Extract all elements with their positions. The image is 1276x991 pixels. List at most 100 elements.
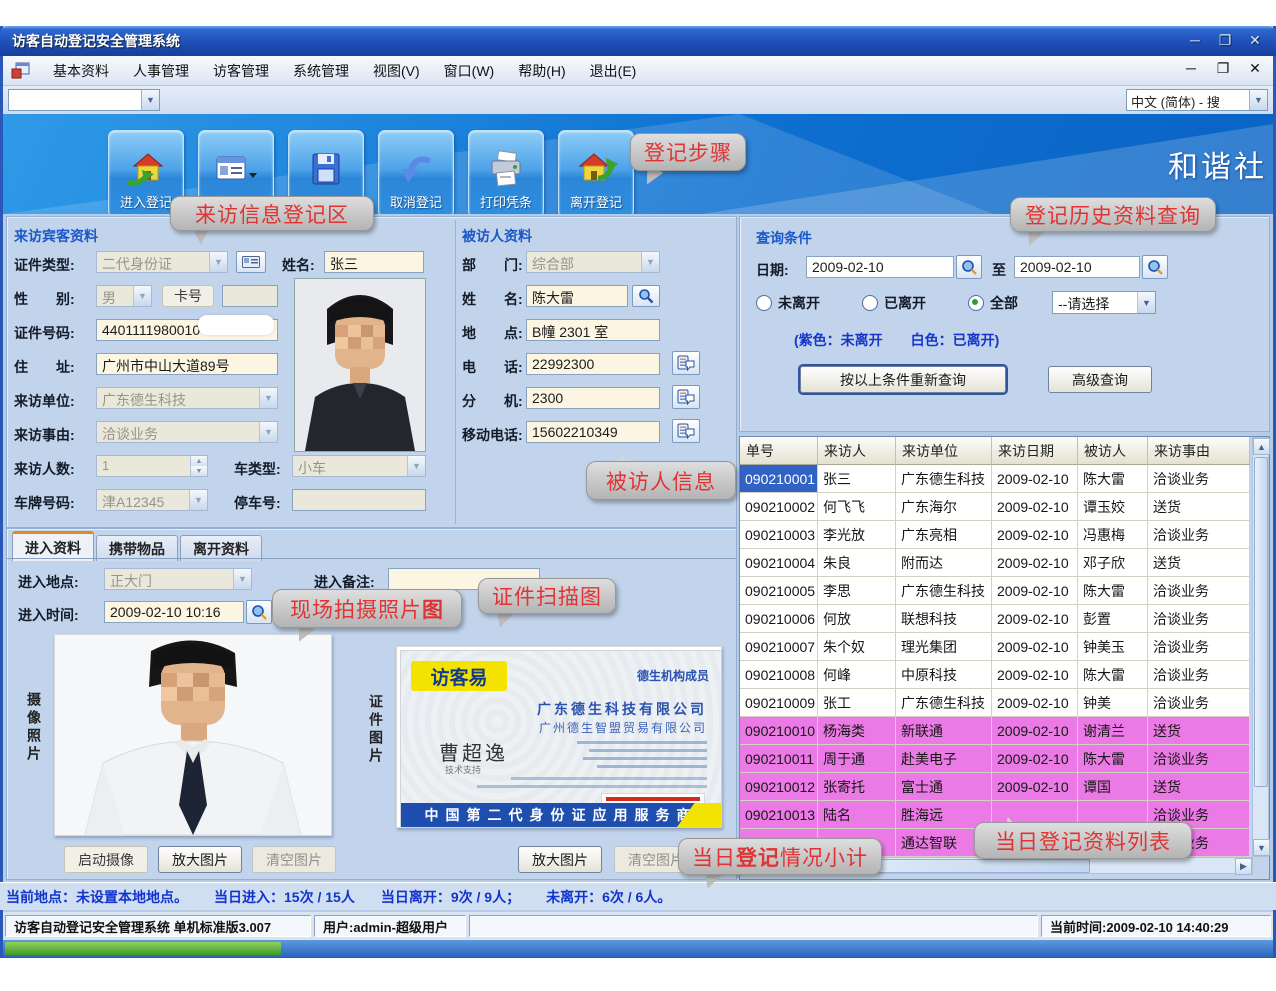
table-cell[interactable]: 新联通 [896, 717, 992, 745]
column-header[interactable]: 来访事由 [1148, 437, 1250, 465]
radio-全部[interactable]: 全部 [968, 293, 1018, 313]
date-from-field[interactable]: 2009-02-10 [806, 256, 954, 278]
table-cell[interactable]: 洽谈业务 [1148, 689, 1250, 717]
menu-item[interactable]: 系统管理 [281, 57, 361, 85]
scroll-right-icon[interactable]: ▶ [1235, 858, 1252, 875]
toolbar-button[interactable]: 取消登记 [378, 130, 454, 214]
table-cell[interactable]: 090210003 [740, 521, 818, 549]
table-cell[interactable]: 090210011 [740, 745, 818, 773]
mdi-close-icon[interactable]: ✕ [1246, 60, 1264, 77]
radio-已离开[interactable]: 已离开 [862, 293, 926, 313]
chevron-down-icon[interactable]: ▼ [209, 252, 227, 272]
table-cell[interactable]: 090210006 [740, 605, 818, 633]
table-cell[interactable]: 广东德生科技 [896, 689, 992, 717]
table-cell[interactable]: 谭玉姣 [1078, 493, 1148, 521]
table-cell[interactable]: 附而达 [896, 549, 992, 577]
table-row[interactable]: 090210008何峰中原科技2009-02-10陈大雷洽谈业务 [740, 661, 1269, 689]
chevron-down-icon[interactable]: ▼ [407, 456, 425, 476]
table-cell[interactable]: 理光集团 [896, 633, 992, 661]
photo-button[interactable]: 启动摄像 [64, 846, 148, 873]
table-cell[interactable]: 090210008 [740, 661, 818, 689]
scroll-down-icon[interactable]: ▼ [1253, 839, 1270, 856]
table-cell[interactable]: 钟美 [1078, 689, 1148, 717]
minimize-icon[interactable]: ─ [1184, 30, 1206, 50]
menu-item[interactable]: 视图(V) [361, 57, 432, 85]
table-cell[interactable]: 朱个奴 [818, 633, 896, 661]
table-cell[interactable]: 洽谈业务 [1148, 633, 1250, 661]
radio-未离开[interactable]: 未离开 [756, 293, 820, 313]
location-field[interactable]: B幢 2301 室 [526, 319, 660, 341]
table-row[interactable]: 090210005李思广东德生科技2009-02-10陈大雷洽谈业务 [740, 577, 1269, 605]
table-row[interactable]: 090210011周于通赴美电子2009-02-10陈大雷洽谈业务 [740, 745, 1269, 773]
chevron-down-icon[interactable]: ▼ [1249, 90, 1267, 110]
scroll-up-icon[interactable]: ▲ [1253, 438, 1270, 455]
table-cell[interactable]: 090210010 [740, 717, 818, 745]
table-row[interactable]: 090210001张三广东德生科技2009-02-10陈大雷洽谈业务 [740, 465, 1269, 493]
menu-item[interactable]: 帮助(H) [506, 57, 577, 85]
table-cell[interactable]: 090210002 [740, 493, 818, 521]
chevron-down-icon[interactable]: ▼ [1137, 292, 1155, 313]
table-cell[interactable]: 广东德生科技 [896, 577, 992, 605]
card-number-field[interactable] [222, 285, 278, 307]
date-to-field[interactable]: 2009-02-10 [1014, 256, 1140, 278]
spin-up-icon[interactable]: ▲ [191, 456, 207, 466]
table-cell[interactable]: 张寄托 [818, 773, 896, 801]
mobile-field[interactable]: 15602210349 [526, 421, 660, 443]
table-cell[interactable]: 周于通 [818, 745, 896, 773]
search-person-button[interactable] [632, 285, 660, 307]
spin-down-icon[interactable]: ▼ [191, 466, 207, 476]
requery-button[interactable]: 按以上条件重新查询 [800, 366, 1006, 393]
table-cell[interactable]: 2009-02-10 [992, 633, 1078, 661]
table-cell[interactable]: 何峰 [818, 661, 896, 689]
parking-field[interactable] [292, 489, 426, 511]
entry-location-dropdown[interactable]: 正大门▼ [104, 568, 252, 590]
scrollbar-thumb[interactable] [1254, 457, 1268, 787]
table-cell[interactable]: 2009-02-10 [992, 717, 1078, 745]
menu-item[interactable]: 退出(E) [578, 57, 649, 85]
car-type-dropdown[interactable]: 小车▼ [292, 455, 426, 477]
table-cell[interactable]: 送货 [1148, 493, 1250, 521]
chevron-down-icon[interactable]: ▼ [141, 90, 159, 110]
table-row[interactable]: 090210002何飞飞广东海尔2009-02-10谭玉姣送货 [740, 493, 1269, 521]
table-row[interactable]: 090210009张工广东德生科技2009-02-10钟美洽谈业务 [740, 689, 1269, 717]
menu-item[interactable]: 窗口(W) [432, 57, 507, 85]
call-notify-button[interactable] [672, 419, 700, 443]
table-cell[interactable]: 2009-02-10 [992, 577, 1078, 605]
table-cell[interactable]: 陈大雷 [1078, 465, 1148, 493]
phone-field[interactable]: 22992300 [526, 353, 660, 375]
table-cell[interactable]: 广东亮相 [896, 521, 992, 549]
date-to-picker-button[interactable] [1142, 255, 1168, 279]
table-cell[interactable]: 送货 [1148, 717, 1250, 745]
table-cell[interactable]: 广东德生科技 [896, 465, 992, 493]
tab-进入资料[interactable]: 进入资料 [12, 531, 94, 561]
card-number-button[interactable]: 卡号 [162, 285, 214, 307]
chevron-down-icon[interactable]: ▼ [133, 286, 151, 306]
table-cell[interactable]: 洽谈业务 [1148, 465, 1250, 493]
table-cell[interactable]: 2009-02-10 [992, 493, 1078, 521]
table-cell[interactable]: 广东海尔 [896, 493, 992, 521]
table-cell[interactable]: 彭置 [1078, 605, 1148, 633]
column-header[interactable]: 单号 [740, 437, 818, 465]
table-cell[interactable]: 洽谈业务 [1148, 661, 1250, 689]
photo-button[interactable]: 清空图片 [252, 846, 336, 873]
table-cell[interactable]: 090210005 [740, 577, 818, 605]
table-cell[interactable]: 张三 [818, 465, 896, 493]
close-icon[interactable]: ✕ [1244, 30, 1266, 50]
visitor-name-field[interactable]: 张三 [324, 251, 424, 273]
table-row[interactable]: 090210006何放联想科技2009-02-10彭置洽谈业务 [740, 605, 1269, 633]
table-row[interactable]: 090210003李光放广东亮相2009-02-10冯惠梅洽谈业务 [740, 521, 1269, 549]
table-cell[interactable]: 李思 [818, 577, 896, 605]
plate-dropdown[interactable]: 津A12345▼ [96, 489, 208, 511]
table-cell[interactable]: 联想科技 [896, 605, 992, 633]
radio-icon[interactable] [968, 295, 984, 311]
table-cell[interactable]: 赴美电子 [896, 745, 992, 773]
date-from-picker-button[interactable] [956, 255, 982, 279]
card-reader-button[interactable] [236, 251, 266, 273]
visitor-count-stepper[interactable]: 1 ▲▼ [96, 455, 208, 477]
table-cell[interactable]: 090210012 [740, 773, 818, 801]
table-cell[interactable]: 090210009 [740, 689, 818, 717]
column-header[interactable]: 来访人 [818, 437, 896, 465]
toolbar-button[interactable]: 打印凭条 [468, 130, 544, 214]
table-cell[interactable]: 2009-02-10 [992, 465, 1078, 493]
visit-reason-dropdown[interactable]: 洽谈业务▼ [96, 421, 278, 443]
